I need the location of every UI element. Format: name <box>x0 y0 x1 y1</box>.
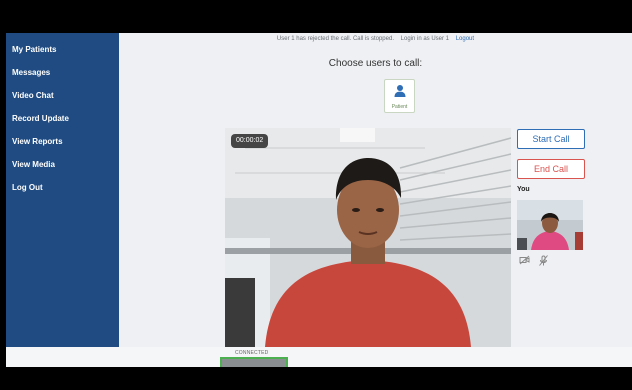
connected-label: CONNECTED <box>235 350 269 356</box>
person-icon <box>394 85 406 97</box>
remote-video-frame <box>225 128 511 347</box>
mic-off-icon[interactable] <box>539 255 548 266</box>
call-timer: 00:00:02 <box>231 134 269 148</box>
sidebar-item-messages[interactable]: Messages <box>6 62 119 85</box>
connected-user-thumbnail[interactable] <box>220 357 288 367</box>
connected-strip: CONNECTED <box>6 347 632 367</box>
self-label: You <box>517 186 530 193</box>
sidebar: My Patients Messages Video Chat Record U… <box>6 33 119 347</box>
letterbox-top <box>0 0 632 33</box>
sidebar-item-video-chat[interactable]: Video Chat <box>6 85 119 108</box>
self-video-preview <box>517 200 583 250</box>
remote-video: 00:00:02 <box>225 128 511 347</box>
main-content: User 1 has rejected the call. Call is st… <box>119 33 632 347</box>
sidebar-item-record-update[interactable]: Record Update <box>6 108 119 131</box>
sidebar-item-view-reports[interactable]: View Reports <box>6 131 119 154</box>
letterbox-bottom <box>0 367 632 390</box>
status-bar: User 1 has rejected the call. Call is st… <box>119 33 632 45</box>
patient-label: Patient <box>391 104 408 110</box>
app-window: My Patients Messages Video Chat Record U… <box>6 33 632 367</box>
self-video-frame <box>517 200 583 250</box>
end-call-button[interactable]: End Call <box>517 159 585 179</box>
sidebar-item-log-out[interactable]: Log Out <box>6 177 119 200</box>
login-info: Login in as User 1 <box>400 36 450 42</box>
choose-users-title: Choose users to call: <box>328 58 423 69</box>
status-message: User 1 has rejected the call. Call is st… <box>276 36 394 42</box>
start-call-button[interactable]: Start Call <box>517 129 585 149</box>
camera-off-icon[interactable] <box>519 255 530 265</box>
sidebar-menu: My Patients Messages Video Chat Record U… <box>6 33 119 200</box>
sidebar-item-view-media[interactable]: View Media <box>6 154 119 177</box>
logout-link[interactable]: Logout <box>456 36 474 42</box>
sidebar-item-my-patients[interactable]: My Patients <box>6 39 119 62</box>
patient-user-card[interactable]: Patient <box>384 79 415 113</box>
